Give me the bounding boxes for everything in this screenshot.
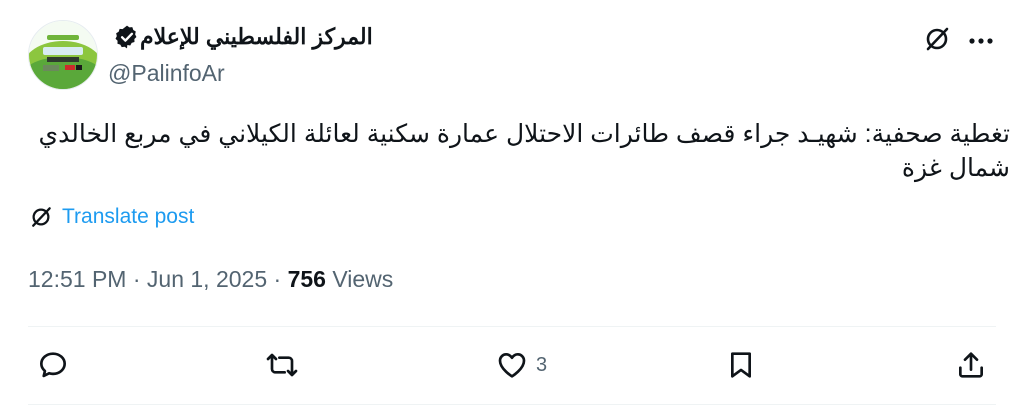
translate-post-link[interactable]: Translate post (62, 205, 194, 229)
bookmark-icon (731, 352, 751, 378)
grok-icon[interactable] (922, 24, 952, 54)
like-count: 3 (536, 353, 548, 376)
meta-separator: · (126, 266, 147, 292)
tweet-time[interactable]: 12:51 PM (28, 266, 126, 292)
views-count[interactable]: 756 (288, 266, 326, 292)
more-icon[interactable] (966, 26, 996, 56)
views-label[interactable]: Views (326, 266, 393, 292)
like-button[interactable]: 3 (496, 349, 547, 381)
tweet-date[interactable]: Jun 1, 2025 (147, 266, 267, 292)
heart-icon (498, 353, 526, 378)
bookmark-button[interactable] (725, 349, 757, 381)
tweet-meta: 12:51 PM · Jun 1, 2025 · 756 Views (28, 266, 393, 293)
translate-row[interactable]: Translate post (28, 204, 194, 230)
retweet-button[interactable] (266, 349, 298, 381)
share-icon (959, 352, 983, 378)
retweet-icon (266, 353, 298, 377)
reply-button[interactable] (37, 349, 69, 381)
share-button[interactable] (955, 349, 987, 381)
tweet-text: تغطية صحفية: شهيـد جراء قصف طائرات الاحت… (38, 120, 1010, 182)
meta-separator-2: · (267, 266, 288, 292)
avatar[interactable] (28, 20, 98, 90)
user-handle[interactable]: @PalinfoAr (108, 60, 225, 87)
display-name[interactable]: المركز الفلسطيني للإعلام (140, 24, 373, 50)
verified-badge-icon (114, 24, 140, 50)
display-name-row[interactable]: المركز الفلسطيني للإعلام (108, 24, 373, 50)
palinfo-logo-icon (29, 21, 97, 89)
divider (28, 326, 996, 327)
bottom-divider (28, 404, 996, 405)
reply-icon (40, 352, 66, 378)
grok-translate-icon (28, 204, 54, 230)
